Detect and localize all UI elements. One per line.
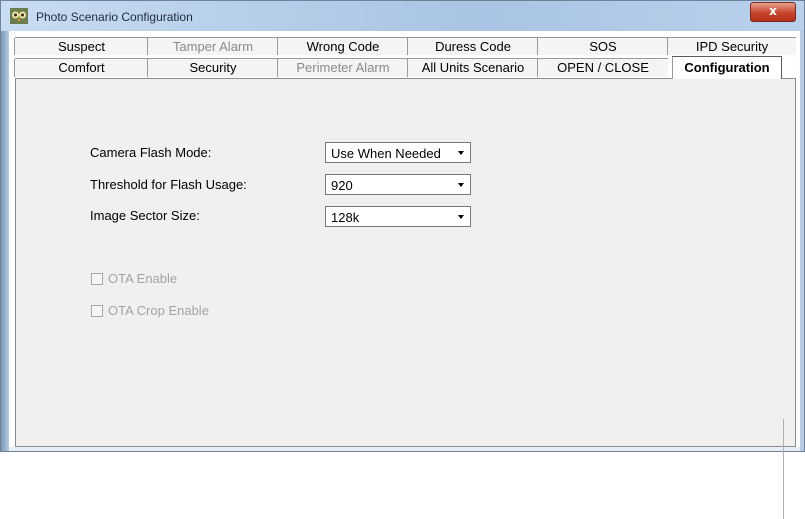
sector-size-value: 128k [331, 210, 360, 225]
tab-all-units-scenario[interactable]: All Units Scenario [407, 58, 538, 77]
window-title: Photo Scenario Configuration [36, 10, 193, 24]
close-button[interactable]: x [750, 2, 796, 22]
window-frame-left [1, 31, 9, 451]
flash-mode-label: Camera Flash Mode: [90, 145, 212, 160]
sector-size-label: Image Sector Size: [90, 208, 200, 223]
tab-label: Duress Code [435, 39, 511, 54]
tab-label: All Units Scenario [421, 60, 525, 75]
tab-open-close[interactable]: OPEN / CLOSE [537, 58, 668, 77]
ota-enable-checkbox-row[interactable]: OTA Enable [91, 271, 211, 287]
configuration-panel: Camera Flash Mode: Use When Needed Thres… [15, 78, 796, 519]
ota-crop-checkbox-row[interactable]: OTA Crop Enable [91, 303, 241, 319]
dropdown-arrow-icon[interactable] [453, 145, 468, 160]
close-icon: x [769, 4, 777, 18]
tab-label: SOS [589, 39, 617, 54]
tab-configuration[interactable]: Configuration [672, 56, 782, 79]
threshold-select[interactable]: 920 [325, 174, 471, 195]
tab-label: Tamper Alarm [172, 39, 254, 54]
tab-label: Wrong Code [306, 39, 380, 54]
tab-label: Comfort [58, 60, 105, 75]
tab-strip: Suspect Tamper Alarm Wrong Code Duress C… [14, 37, 796, 79]
tab-suspect[interactable]: Suspect [14, 37, 148, 55]
tab-label: Suspect [58, 39, 105, 54]
ota-crop-enable-label: OTA Crop Enable [108, 303, 209, 318]
sector-size-select[interactable]: 128k [325, 206, 471, 227]
tab-label: IPD Security [695, 39, 769, 54]
tab-label: Perimeter Alarm [296, 60, 390, 75]
tab-sos[interactable]: SOS [537, 37, 668, 55]
tab-label: Configuration [684, 60, 770, 75]
tab-comfort[interactable]: Comfort [14, 58, 148, 77]
tab-security[interactable]: Security [147, 58, 278, 77]
tab-duress-code[interactable]: Duress Code [407, 37, 538, 55]
photo-scenario-window: Photo Scenario Configuration x Suspect T… [0, 0, 805, 519]
flash-mode-value: Use When Needed [331, 146, 441, 161]
ota-crop-enable-checkbox[interactable] [91, 305, 103, 317]
tab-tamper-alarm[interactable]: Tamper Alarm [147, 37, 278, 55]
threshold-label: Threshold for Flash Usage: [90, 177, 247, 192]
ota-enable-label: OTA Enable [108, 271, 178, 286]
tab-wrong-code[interactable]: Wrong Code [277, 37, 408, 55]
threshold-value: 920 [331, 178, 353, 193]
title-bar[interactable]: Photo Scenario Configuration x [1, 1, 804, 31]
ota-enable-checkbox[interactable] [91, 273, 103, 285]
window-frame-right [800, 31, 804, 451]
tab-label: Security [189, 60, 237, 75]
flash-mode-select[interactable]: Use When Needed [325, 142, 471, 163]
owl-app-icon [10, 8, 28, 24]
tab-perimeter-alarm[interactable]: Perimeter Alarm [277, 58, 408, 77]
tab-ipd-security[interactable]: IPD Security [667, 37, 796, 55]
tab-label: OPEN / CLOSE [557, 60, 649, 75]
dropdown-arrow-icon[interactable] [453, 209, 468, 224]
panel-edge [783, 419, 794, 519]
dropdown-arrow-icon[interactable] [453, 177, 468, 192]
